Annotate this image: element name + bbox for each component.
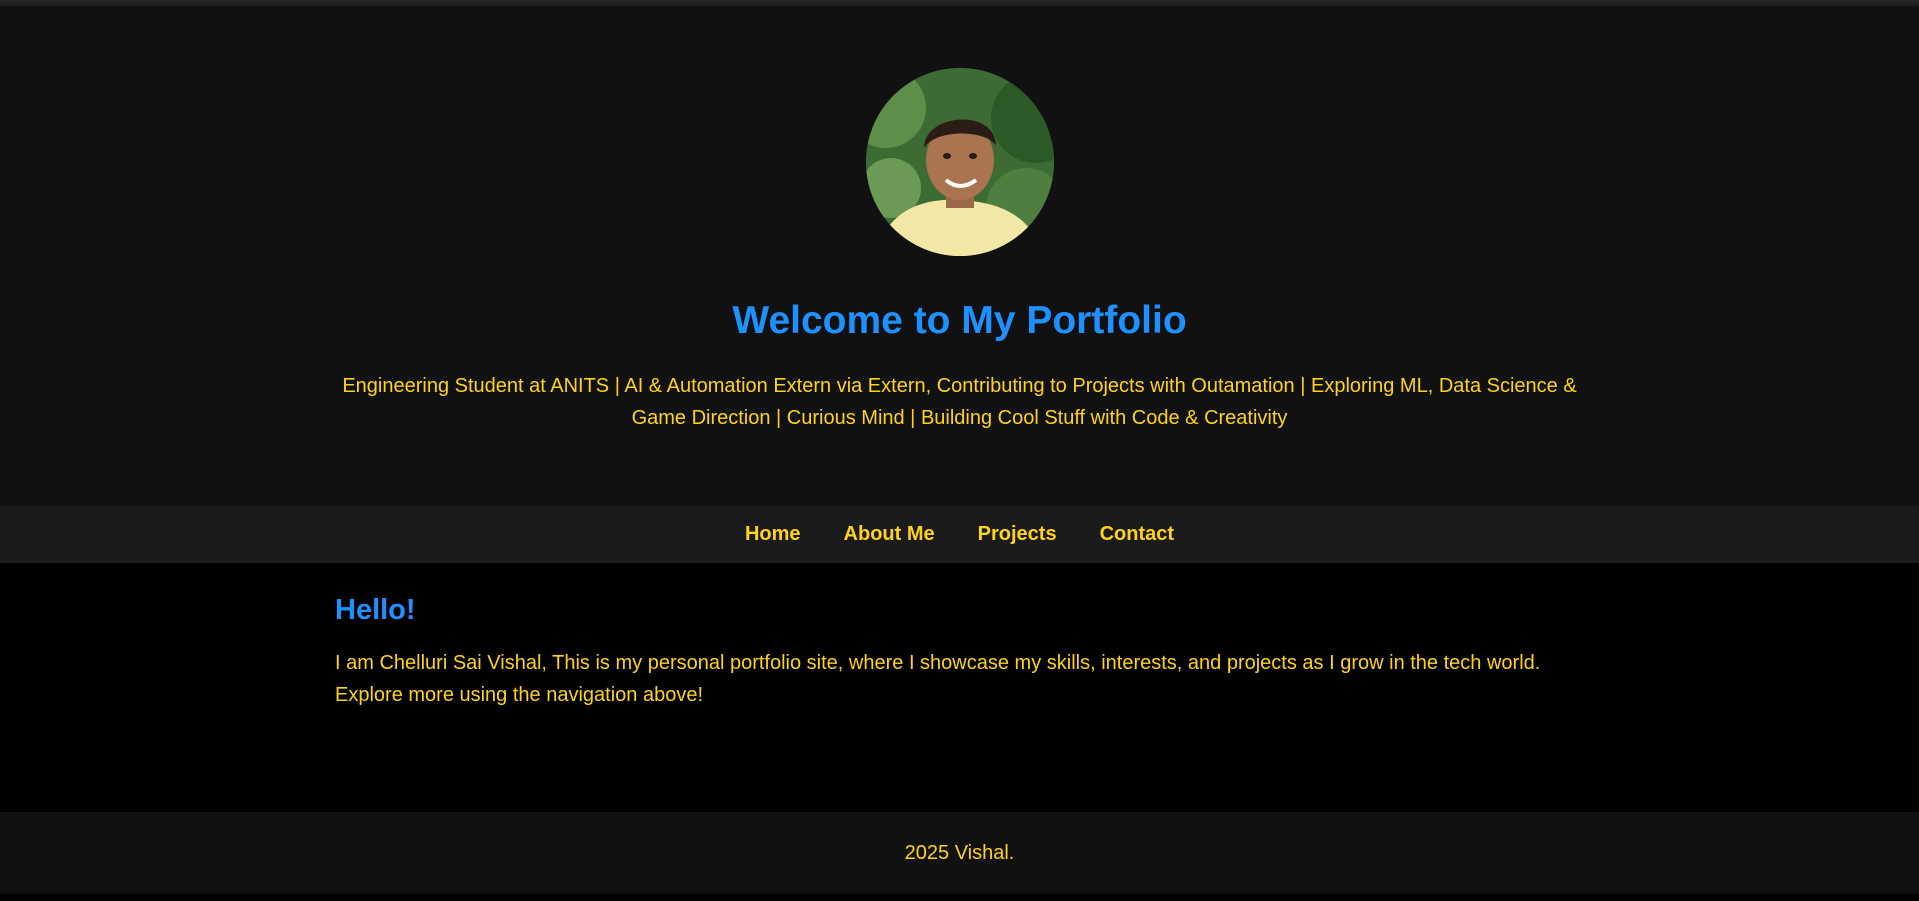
profile-photo-image bbox=[866, 68, 1054, 256]
intro-paragraph: I am Chelluri Sai Vishal, This is my per… bbox=[335, 652, 1541, 706]
section-heading: Hello! bbox=[335, 594, 416, 626]
nav-contact-link[interactable]: Contact bbox=[1100, 523, 1174, 546]
profile-photo bbox=[866, 68, 1054, 256]
page-footer: 2025 Vishal. bbox=[0, 812, 1919, 894]
nav-projects-link[interactable]: Projects bbox=[978, 523, 1057, 546]
hero-header: Welcome to My Portfolio Engineering Stud… bbox=[0, 6, 1919, 506]
tagline: Engineering Student at ANITS | AI & Auto… bbox=[342, 375, 1577, 429]
nav-about-link[interactable]: About Me bbox=[844, 523, 935, 546]
main-nav: Home About Me Projects Contact bbox=[0, 506, 1919, 563]
footer-text: 2025 Vishal. bbox=[904, 841, 1015, 864]
main-content: Hello! I am Chelluri Sai Vishal, This is… bbox=[0, 563, 1919, 812]
page-title: Welcome to My Portfolio bbox=[732, 299, 1187, 342]
nav-home-link[interactable]: Home bbox=[745, 523, 801, 546]
